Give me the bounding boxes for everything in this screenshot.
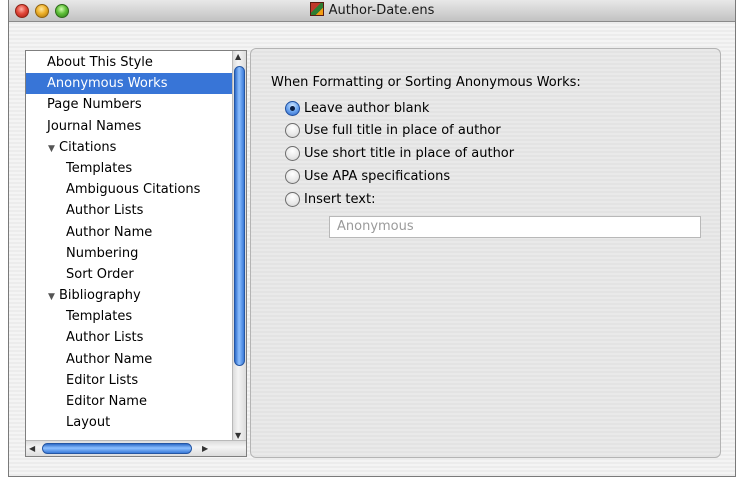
- radio-button-icon[interactable]: [285, 191, 300, 207]
- radio-button-checked-icon[interactable]: [285, 100, 300, 116]
- sidebar-item-templates[interactable]: Templates: [26, 306, 233, 327]
- sidebar-item-templates[interactable]: Templates: [26, 158, 233, 179]
- radio-label: Insert text:: [304, 191, 376, 207]
- vertical-scroll-thumb[interactable]: [234, 66, 245, 366]
- sidebar-item-label: Editor Lists: [66, 372, 139, 388]
- sidebar-item-author-name[interactable]: Author Name: [26, 222, 233, 243]
- sidebar-item-author-lists[interactable]: Author Lists: [26, 200, 233, 221]
- sidebar-item-label: Numbering: [66, 245, 139, 261]
- sidebar-item-label: Author Lists: [66, 330, 144, 346]
- sidebar-item-label: Ambiguous Citations: [66, 182, 201, 198]
- radio-leave-author-blank[interactable]: Leave author blank: [285, 99, 429, 117]
- radio-insert-text[interactable]: Insert text:: [285, 190, 375, 208]
- sidebar-item-sort-order[interactable]: Sort Order: [26, 264, 233, 285]
- sidebar-item-label: Author Name: [66, 351, 153, 367]
- scroll-up-arrow-icon[interactable]: ▲: [235, 52, 241, 61]
- window-title: Author-Date.ens: [9, 0, 735, 22]
- scroll-down-arrow-icon[interactable]: ▼: [235, 431, 241, 440]
- disclosure-triangle-icon[interactable]: ▼: [48, 139, 58, 160]
- sidebar-item-label: Author Lists: [66, 203, 144, 219]
- sidebar-item-label: Sort Order: [66, 266, 134, 282]
- sidebar-item-page-numbers[interactable]: Page Numbers: [26, 94, 233, 115]
- radio-use-apa[interactable]: Use APA specifications: [285, 167, 450, 185]
- sidebar-item-about-this-style[interactable]: About This Style: [26, 52, 233, 73]
- vertical-scrollbar[interactable]: ▲ ▼: [232, 51, 246, 441]
- sidebar-item-label: About This Style: [47, 55, 153, 70]
- sidebar-item-author-lists[interactable]: Author Lists: [26, 327, 233, 348]
- horizontal-scroll-thumb[interactable]: [42, 443, 192, 454]
- sidebar-item-label: Citations: [59, 139, 117, 155]
- sidebar-item-label: Bibliography: [59, 288, 141, 304]
- sidebar-group-bibliography[interactable]: ▼ Bibliography: [26, 285, 233, 306]
- document-style-icon: [309, 2, 324, 16]
- radio-button-icon[interactable]: [285, 168, 300, 184]
- sidebar-item-label: Editor Name: [66, 394, 147, 409]
- sidebar-item-numbering[interactable]: Numbering: [26, 243, 233, 264]
- section-list-items: About This Style Anonymous Works Page Numb…: [26, 51, 233, 441]
- scroll-right-arrow-icon[interactable]: ▶: [202, 444, 208, 453]
- window-title-text: Author-Date.ens: [328, 3, 435, 18]
- sidebar-item-label: Templates: [66, 160, 133, 176]
- sidebar-item-label: Layout: [66, 415, 111, 431]
- radio-label: Use full title in place of author: [304, 122, 501, 138]
- disclosure-triangle-icon[interactable]: ▼: [48, 287, 58, 308]
- options-group-box: When Formatting or Sorting Anonymous Wor…: [250, 48, 721, 458]
- sidebar-item-ambiguous-citations[interactable]: Ambiguous Citations: [26, 179, 233, 200]
- sidebar-item-label: Author Name: [66, 224, 153, 240]
- sidebar-item-layout[interactable]: Layout: [26, 412, 233, 433]
- scroll-left-arrow-icon[interactable]: ◀: [29, 444, 35, 453]
- title-bar[interactable]: Author-Date.ens: [9, 0, 735, 22]
- sidebar-item-editor-lists[interactable]: Editor Lists: [26, 370, 233, 391]
- sidebar-item-author-name[interactable]: Author Name: [26, 349, 233, 370]
- horizontal-scrollbar[interactable]: ◀ ▶: [26, 440, 246, 456]
- sidebar-item-anonymous-works[interactable]: Anonymous Works: [26, 73, 233, 95]
- style-section-list[interactable]: About This Style Anonymous Works Page Numb…: [25, 50, 247, 457]
- radio-label: Leave author blank: [304, 100, 430, 116]
- radio-use-short-title[interactable]: Use short title in place of author: [285, 144, 514, 162]
- sidebar-item-label: Templates: [66, 309, 133, 325]
- radio-label: Use short title in place of author: [304, 145, 515, 161]
- options-heading: When Formatting or Sorting Anonymous Wor…: [271, 75, 581, 90]
- radio-use-full-title[interactable]: Use full title in place of author: [285, 121, 501, 139]
- sidebar-item-label: Anonymous Works: [47, 76, 168, 92]
- radio-button-icon[interactable]: [285, 145, 300, 161]
- sidebar-item-editor-name[interactable]: Editor Name: [26, 391, 233, 412]
- insert-text-field[interactable]: Anonymous: [329, 216, 701, 238]
- sidebar-item-label: Page Numbers: [47, 97, 142, 113]
- radio-label: Use APA specifications: [304, 168, 451, 184]
- sidebar-item-journal-names[interactable]: Journal Names: [26, 116, 233, 137]
- radio-button-icon[interactable]: [285, 122, 300, 138]
- sidebar-group-citations[interactable]: ▼ Citations: [26, 137, 233, 158]
- sidebar-item-label: Journal Names: [47, 118, 142, 134]
